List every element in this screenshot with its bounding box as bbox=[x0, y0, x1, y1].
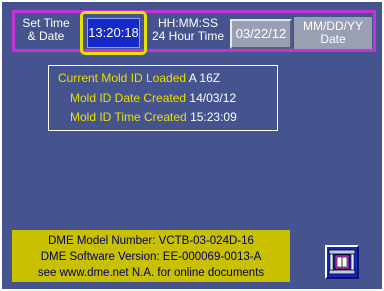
dme-model-number: DME Model Number: VCTB-03-024D-16 bbox=[48, 235, 254, 247]
time-selection-highlight: 13:20:18 bbox=[80, 11, 147, 55]
mold-loaded-label: Current Mold ID Loaded bbox=[58, 71, 187, 85]
mold-time-label: Mold ID Time Created bbox=[70, 110, 187, 124]
mold-icon bbox=[328, 249, 356, 275]
mold-info-box: Current Mold ID Loaded A 16Z Mold ID Dat… bbox=[48, 65, 278, 131]
mold-date-row: Mold ID Date Created 14/03/12 bbox=[70, 91, 236, 105]
set-time-date-label: Set Time & Date bbox=[15, 17, 77, 49]
controller-screen: Set Time & Date 13:20:18 HH:MM:SS 24 Hou… bbox=[2, 2, 382, 289]
time-format-label: HH:MM:SS 24 Hour Time bbox=[150, 17, 226, 49]
mold-loaded-row: Current Mold ID Loaded A 16Z bbox=[58, 71, 220, 85]
mold-button[interactable] bbox=[325, 245, 359, 279]
time-format-desc: 24 Hour Time bbox=[151, 29, 225, 43]
mold-date-label: Mold ID Date Created bbox=[70, 91, 187, 105]
mold-loaded-value: A 16Z bbox=[188, 71, 221, 85]
time-button[interactable]: 13:20:18 bbox=[87, 18, 140, 48]
dme-website-note: see www.dme.net N.A. for online document… bbox=[37, 267, 265, 279]
mold-date-value: 14/03/12 bbox=[189, 91, 237, 105]
date-format-desc: Date bbox=[320, 32, 346, 46]
dme-info-panel: DME Model Number: VCTB-03-024D-16 DME So… bbox=[12, 230, 290, 282]
dme-software-version: DME Software Version: EE-000069-0013-A bbox=[40, 251, 262, 263]
mold-time-value: 15:23:09 bbox=[190, 110, 237, 124]
mold-time-row: Mold ID Time Created 15:23:09 bbox=[70, 110, 237, 124]
date-format-label: MM/DD/YY Date bbox=[294, 17, 372, 49]
and-date-line: & Date bbox=[27, 29, 65, 43]
date-button[interactable]: 03/22/12 bbox=[230, 19, 292, 49]
